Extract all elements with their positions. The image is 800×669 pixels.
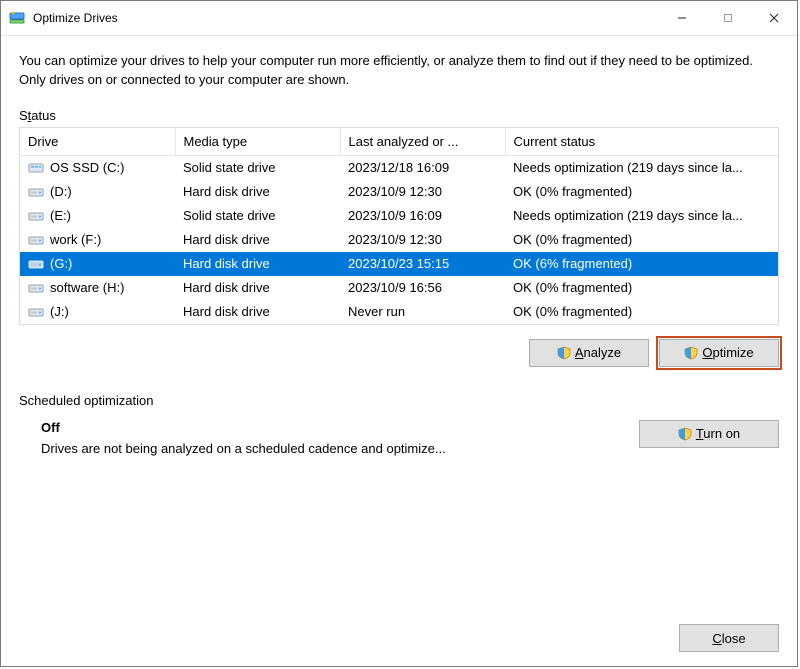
turn-on-button[interactable]: Turn on: [639, 420, 779, 448]
col-drive[interactable]: Drive: [20, 128, 175, 156]
current-status: OK (0% fragmented): [505, 228, 778, 252]
scheduled-optimization-label: Scheduled optimization: [19, 393, 779, 408]
close-dialog-button[interactable]: Close: [679, 624, 779, 652]
last-analyzed: Never run: [340, 300, 505, 324]
app-icon: [9, 10, 25, 26]
table-row[interactable]: (G:) Hard disk drive2023/10/23 15:15OK (6…: [20, 252, 778, 276]
hdd-drive-icon: [28, 232, 44, 248]
scheduled-optimization-panel: Off Drives are not being analyzed on a s…: [19, 418, 779, 456]
hdd-drive-icon: [28, 184, 44, 200]
last-analyzed: 2023/10/9 12:30: [340, 228, 505, 252]
table-row[interactable]: software (H:) Hard disk drive2023/10/9 16…: [20, 276, 778, 300]
hdd-drive-icon: [28, 304, 44, 320]
status-label: Status: [19, 108, 779, 123]
drive-name: work (F:): [50, 232, 101, 247]
media-type: Hard disk drive: [175, 252, 340, 276]
table-header-row: Drive Media type Last analyzed or ... Cu…: [20, 128, 778, 156]
current-status: Needs optimization (219 days since la...: [505, 155, 778, 180]
drive-name: OS SSD (C:): [50, 160, 124, 175]
last-analyzed: 2023/10/9 16:56: [340, 276, 505, 300]
window-title: Optimize Drives: [33, 11, 659, 25]
media-type: Hard disk drive: [175, 180, 340, 204]
last-analyzed: 2023/10/9 16:09: [340, 204, 505, 228]
titlebar: Optimize Drives: [1, 1, 797, 36]
hdd-drive-icon: [28, 256, 44, 272]
schedule-text: Off Drives are not being analyzed on a s…: [41, 420, 446, 456]
dialog-footer: Close: [1, 624, 797, 666]
drive-name: (E:): [50, 208, 71, 223]
window-controls: [659, 1, 797, 35]
current-status: OK (0% fragmented): [505, 300, 778, 324]
media-type: Hard disk drive: [175, 300, 340, 324]
schedule-state: Off: [41, 420, 446, 435]
table-row[interactable]: (J:) Hard disk driveNever runOK (0% fragm…: [20, 300, 778, 324]
maximize-button[interactable]: [705, 1, 751, 35]
drive-name: (D:): [50, 184, 72, 199]
drives-table-container: Drive Media type Last analyzed or ... Cu…: [19, 127, 779, 325]
hdd-drive-icon: [28, 208, 44, 224]
current-status: Needs optimization (219 days since la...: [505, 204, 778, 228]
col-media[interactable]: Media type: [175, 128, 340, 156]
media-type: Hard disk drive: [175, 276, 340, 300]
minimize-button[interactable]: [659, 1, 705, 35]
hdd-drive-icon: [28, 280, 44, 296]
schedule-description: Drives are not being analyzed on a sched…: [41, 441, 446, 456]
optimize-drives-window: Optimize Drives You can optimize your dr…: [0, 0, 798, 667]
close-button[interactable]: [751, 1, 797, 35]
table-row[interactable]: OS SSD (C:) Solid state drive2023/12/18 1…: [20, 155, 778, 180]
media-type: Solid state drive: [175, 204, 340, 228]
media-type: Solid state drive: [175, 155, 340, 180]
current-status: OK (0% fragmented): [505, 276, 778, 300]
table-row[interactable]: work (F:) Hard disk drive2023/10/9 12:30O…: [20, 228, 778, 252]
current-status: OK (0% fragmented): [505, 180, 778, 204]
intro-text: You can optimize your drives to help you…: [19, 52, 779, 90]
analyze-button[interactable]: Analyze: [529, 339, 649, 367]
drives-table[interactable]: Drive Media type Last analyzed or ... Cu…: [20, 128, 778, 324]
table-row[interactable]: (D:) Hard disk drive2023/10/9 12:30OK (0%…: [20, 180, 778, 204]
shield-icon: [557, 346, 571, 360]
last-analyzed: 2023/10/9 12:30: [340, 180, 505, 204]
col-status[interactable]: Current status: [505, 128, 778, 156]
drive-name: software (H:): [50, 280, 124, 295]
shield-icon: [684, 346, 698, 360]
ssd-drive-icon: [28, 160, 44, 176]
shield-icon: [678, 427, 692, 441]
media-type: Hard disk drive: [175, 228, 340, 252]
optimize-button[interactable]: Optimize: [659, 339, 779, 367]
drive-name: (G:): [50, 256, 72, 271]
table-row[interactable]: (E:) Solid state drive2023/10/9 16:09Need…: [20, 204, 778, 228]
last-analyzed: 2023/12/18 16:09: [340, 155, 505, 180]
last-analyzed: 2023/10/23 15:15: [340, 252, 505, 276]
col-last[interactable]: Last analyzed or ...: [340, 128, 505, 156]
action-buttons: Analyze Optimize: [19, 339, 779, 367]
drive-name: (J:): [50, 304, 69, 319]
current-status: OK (6% fragmented): [505, 252, 778, 276]
